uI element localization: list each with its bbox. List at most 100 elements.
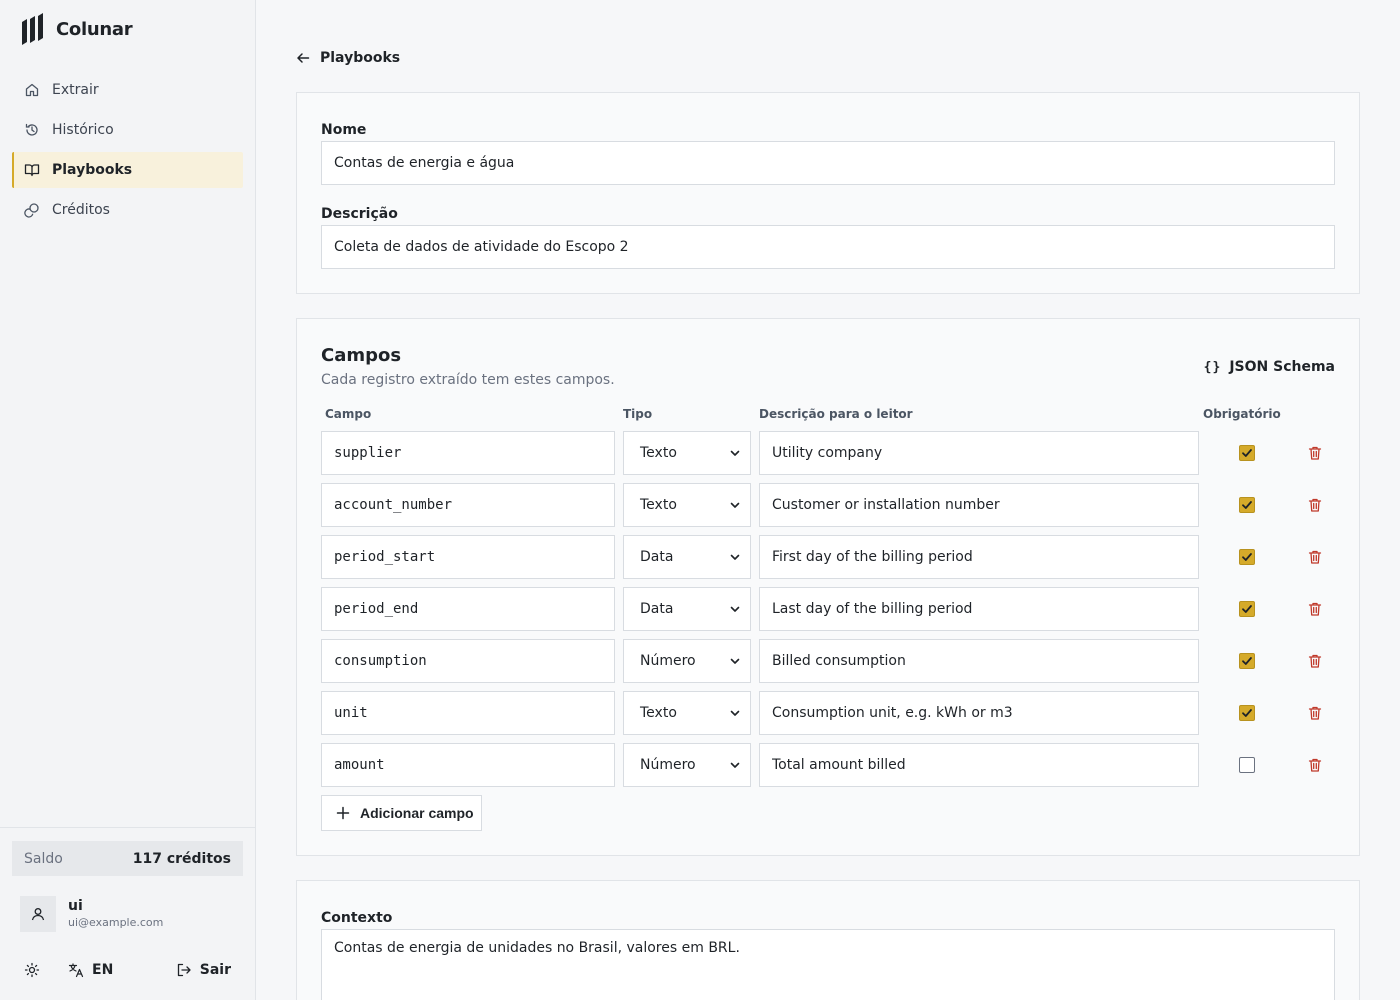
column-header-description: Descrição para o leitor <box>759 407 913 421</box>
home-icon <box>24 82 40 98</box>
brand[interactable]: Colunar <box>20 12 133 46</box>
required-checkbox[interactable] <box>1239 601 1255 617</box>
delete-field-button[interactable] <box>1307 549 1323 565</box>
field-type-select[interactable]: Texto <box>623 431 751 475</box>
add-field-button[interactable]: Adicionar campo <box>321 795 482 831</box>
language-label: EN <box>92 962 114 978</box>
field-type-value: Texto <box>640 497 677 513</box>
chevron-down-icon <box>730 554 740 560</box>
chevron-down-icon <box>730 710 740 716</box>
check-icon <box>1242 657 1252 665</box>
chevron-down-icon <box>730 658 740 664</box>
balance-box: Saldo 117 créditos <box>12 841 243 876</box>
trash-icon <box>1308 446 1322 460</box>
trash-icon <box>1308 654 1322 668</box>
sidebar-item-label: Extrair <box>52 82 99 98</box>
sidebar-item-extrair[interactable]: Extrair <box>12 72 243 108</box>
required-checkbox[interactable] <box>1239 549 1255 565</box>
field-description-input[interactable] <box>759 639 1199 683</box>
language-button[interactable]: EN <box>68 962 113 978</box>
field-name-input[interactable] <box>321 587 615 631</box>
coins-icon <box>24 202 40 218</box>
field-description-input[interactable] <box>759 431 1199 475</box>
chevron-down-icon <box>730 762 740 768</box>
field-type-value: Texto <box>640 445 677 461</box>
context-card: Contexto Contas de energia de unidades n… <box>296 880 1360 1000</box>
field-row: Data <box>321 535 1337 579</box>
required-checkbox[interactable] <box>1239 757 1255 773</box>
field-description-input[interactable] <box>759 691 1199 735</box>
braces-icon: {} <box>1203 359 1222 375</box>
field-row: Texto <box>321 431 1337 475</box>
user-icon <box>31 908 45 921</box>
context-textarea[interactable]: Contas de energia de unidades no Brasil,… <box>321 929 1335 1000</box>
sidebar-item-label: Playbooks <box>52 162 133 178</box>
delete-field-button[interactable] <box>1307 653 1323 669</box>
description-label: Descrição <box>321 206 398 222</box>
field-row: Número <box>321 639 1337 683</box>
field-type-select[interactable]: Número <box>623 743 751 787</box>
sidebar-item-creditos[interactable]: Créditos <box>12 192 243 228</box>
field-type-select[interactable]: Data <box>623 535 751 579</box>
column-header-type: Tipo <box>623 407 653 421</box>
back-to-playbooks-link[interactable]: Playbooks <box>296 47 400 69</box>
field-type-value: Data <box>640 601 674 617</box>
logout-button[interactable]: Sair <box>176 962 231 978</box>
field-description-input[interactable] <box>759 743 1199 787</box>
sidebar: Colunar Extrair Histórico Playbooks Créd… <box>0 0 256 1000</box>
check-icon <box>1242 709 1252 717</box>
user-info: ui ui@example.com <box>20 896 163 932</box>
json-schema-button[interactable]: {} JSON Schema <box>1204 355 1335 379</box>
field-name-input[interactable] <box>321 639 615 683</box>
context-label: Contexto <box>321 910 393 926</box>
description-input[interactable] <box>321 225 1335 269</box>
add-field-label: Adicionar campo <box>360 805 474 821</box>
arrow-left-icon <box>297 53 310 63</box>
user-email: ui@example.com <box>68 916 164 929</box>
playbook-details-card: Nome Descrição <box>296 92 1360 294</box>
sidebar-item-playbooks[interactable]: Playbooks <box>12 152 243 188</box>
history-icon <box>24 122 40 138</box>
back-link-label: Playbooks <box>320 50 401 66</box>
sidebar-item-historico[interactable]: Histórico <box>12 112 243 148</box>
sun-icon <box>24 962 40 978</box>
field-description-input[interactable] <box>759 483 1199 527</box>
user-name: ui <box>68 898 83 914</box>
required-checkbox[interactable] <box>1239 705 1255 721</box>
field-type-value: Número <box>640 757 696 773</box>
required-checkbox[interactable] <box>1239 653 1255 669</box>
field-type-select[interactable]: Data <box>623 587 751 631</box>
required-checkbox[interactable] <box>1239 445 1255 461</box>
chevron-down-icon <box>730 606 740 612</box>
sidebar-footer: Saldo 117 créditos ui ui@example.com EN … <box>0 827 255 1000</box>
field-description-input[interactable] <box>759 587 1199 631</box>
translate-icon <box>68 963 84 978</box>
sidebar-item-label: Histórico <box>52 122 114 138</box>
sidebar-actions: EN Sair <box>24 960 231 980</box>
field-name-input[interactable] <box>321 535 615 579</box>
field-row: Número <box>321 743 1337 787</box>
field-name-input[interactable] <box>321 483 615 527</box>
field-name-input[interactable] <box>321 691 615 735</box>
required-checkbox[interactable] <box>1239 497 1255 513</box>
delete-field-button[interactable] <box>1307 757 1323 773</box>
field-type-select[interactable]: Texto <box>623 483 751 527</box>
field-name-input[interactable] <box>321 431 615 475</box>
field-name-input[interactable] <box>321 743 615 787</box>
field-description-input[interactable] <box>759 535 1199 579</box>
delete-field-button[interactable] <box>1307 601 1323 617</box>
check-icon <box>1242 605 1252 613</box>
trash-icon <box>1308 498 1322 512</box>
field-type-value: Número <box>640 653 696 669</box>
delete-field-button[interactable] <box>1307 497 1323 513</box>
column-header-required: Obrigatório <box>1203 407 1281 421</box>
theme-toggle-button[interactable] <box>24 962 40 978</box>
delete-field-button[interactable] <box>1307 705 1323 721</box>
column-header-field: Campo <box>325 407 372 421</box>
field-type-value: Texto <box>640 705 677 721</box>
field-type-select[interactable]: Número <box>623 639 751 683</box>
name-input[interactable] <box>321 141 1335 185</box>
delete-field-button[interactable] <box>1307 445 1323 461</box>
field-type-select[interactable]: Texto <box>623 691 751 735</box>
field-type-value: Data <box>640 549 674 565</box>
